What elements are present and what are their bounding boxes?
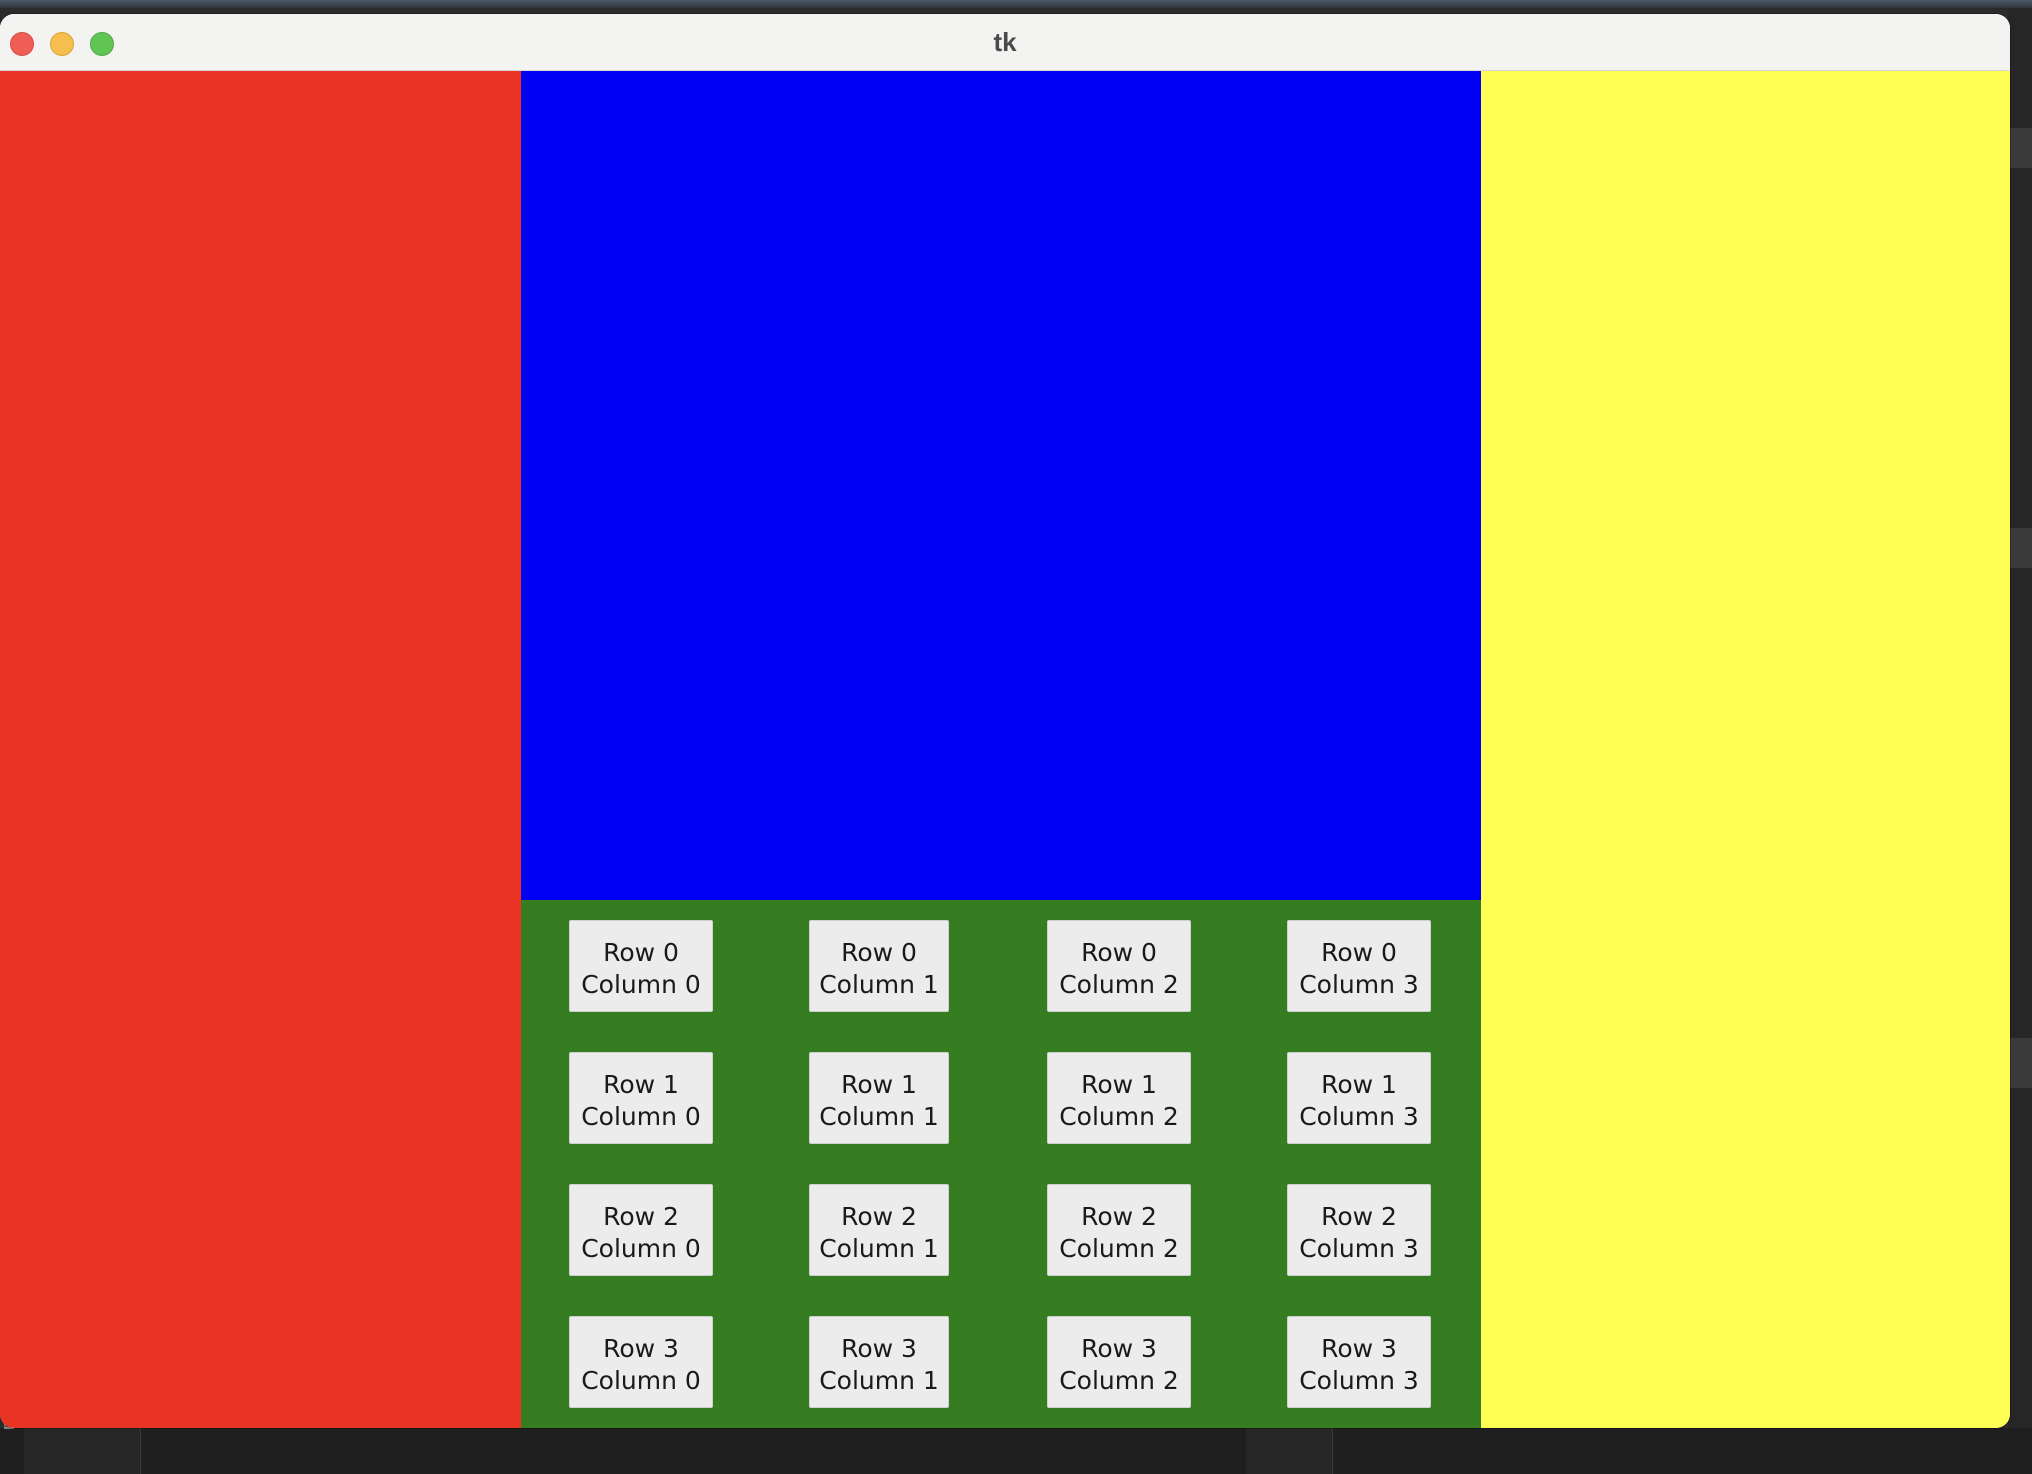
grid-button-column-label: Column 3	[1299, 1102, 1419, 1131]
grid-button-r1-c3[interactable]: Row 1 Column 3	[1287, 1052, 1431, 1144]
grid-button-row-label: Row 1	[603, 1070, 679, 1099]
grid-button-column-label: Column 1	[819, 1366, 939, 1395]
grid-button-row-label: Row 2	[1321, 1202, 1397, 1231]
grid-button-row-label: Row 0	[603, 938, 679, 967]
grid-button-column-label: Column 3	[1299, 1234, 1419, 1263]
grid-button-r3-c2[interactable]: Row 3 Column 2	[1047, 1316, 1191, 1408]
grid-button-column-label: Column 2	[1059, 1102, 1179, 1131]
grid-button-row-label: Row 1	[841, 1070, 917, 1099]
grid-button-r2-c2[interactable]: Row 2 Column 2	[1047, 1184, 1191, 1276]
title-bar[interactable]: tk	[0, 14, 2010, 71]
left-frame	[0, 71, 521, 1428]
grid-button-row-label: Row 0	[1321, 938, 1397, 967]
grid-button-column-label: Column 0	[581, 1102, 701, 1131]
top-center-frame	[521, 71, 1481, 900]
window-content: Row 0 Column 0 Row 0 Column 1 Row 0 Colu…	[0, 71, 2010, 1428]
background-app-segment	[2008, 528, 2032, 568]
close-window-button[interactable]	[10, 32, 34, 56]
grid-button-row-label: Row 0	[841, 938, 917, 967]
grid-button-r2-c1[interactable]: Row 2 Column 1	[809, 1184, 949, 1276]
button-grid-frame: Row 0 Column 0 Row 0 Column 1 Row 0 Colu…	[521, 900, 1481, 1428]
grid-button-r3-c3[interactable]: Row 3 Column 3	[1287, 1316, 1431, 1408]
grid-button-column-label: Column 0	[581, 1234, 701, 1263]
background-app-segment	[2008, 128, 2032, 168]
background-app-segment	[2008, 1038, 2032, 1088]
grid-button-r2-c3[interactable]: Row 2 Column 3	[1287, 1184, 1431, 1276]
grid-button-r0-c2[interactable]: Row 0 Column 2	[1047, 920, 1191, 1012]
desktop-top-strip	[0, 0, 2032, 8]
grid-button-r1-c2[interactable]: Row 1 Column 2	[1047, 1052, 1191, 1144]
background-app-tab	[84, 1428, 141, 1474]
grid-button-r2-c0[interactable]: Row 2 Column 0	[569, 1184, 713, 1276]
grid-button-column-label: Column 1	[819, 970, 939, 999]
background-app-edge	[2008, 8, 2032, 1474]
background-app-tab	[1276, 1428, 1333, 1474]
grid-button-r1-c1[interactable]: Row 1 Column 1	[809, 1052, 949, 1144]
grid-button-row-label: Row 1	[1321, 1070, 1397, 1099]
grid-button-row-label: Row 2	[1081, 1202, 1157, 1231]
grid-button-row-label: Row 3	[841, 1334, 917, 1363]
grid-button-row-label: Row 3	[1081, 1334, 1157, 1363]
minimize-window-button[interactable]	[50, 32, 74, 56]
maximize-window-button[interactable]	[90, 32, 114, 56]
grid-button-row-label: Row 3	[1321, 1334, 1397, 1363]
grid-button-row-label: Row 0	[1081, 938, 1157, 967]
window-title: tk	[993, 27, 1017, 57]
background-app-bottom	[0, 1428, 2032, 1474]
grid-button-column-label: Column 1	[819, 1234, 939, 1263]
grid-button-column-label: Column 0	[581, 1366, 701, 1395]
grid-button-r3-c0[interactable]: Row 3 Column 0	[569, 1316, 713, 1408]
grid-button-column-label: Column 3	[1299, 970, 1419, 999]
grid-button-row-label: Row 2	[841, 1202, 917, 1231]
grid-button-row-label: Row 1	[1081, 1070, 1157, 1099]
background-app-tab	[24, 1428, 85, 1474]
grid-button-r1-c0[interactable]: Row 1 Column 0	[569, 1052, 713, 1144]
grid-button-column-label: Column 1	[819, 1102, 939, 1131]
grid-button-r0-c0[interactable]: Row 0 Column 0	[569, 920, 713, 1012]
right-frame	[1481, 71, 2010, 1428]
background-app-tab	[1246, 1428, 1277, 1474]
grid-button-row-label: Row 2	[603, 1202, 679, 1231]
grid-button-column-label: Column 0	[581, 970, 701, 999]
grid-button-r0-c1[interactable]: Row 0 Column 1	[809, 920, 949, 1012]
grid-button-column-label: Column 2	[1059, 1234, 1179, 1263]
grid-button-column-label: Column 3	[1299, 1366, 1419, 1395]
grid-button-row-label: Row 3	[603, 1334, 679, 1363]
grid-button-r0-c3[interactable]: Row 0 Column 3	[1287, 920, 1431, 1012]
grid-button-column-label: Column 2	[1059, 970, 1179, 999]
app-window: tk Row 0 Column 0 Row 0 Column 1 Row 0 C…	[0, 14, 2010, 1428]
grid-button-r3-c1[interactable]: Row 3 Column 1	[809, 1316, 949, 1408]
grid-button-column-label: Column 2	[1059, 1366, 1179, 1395]
